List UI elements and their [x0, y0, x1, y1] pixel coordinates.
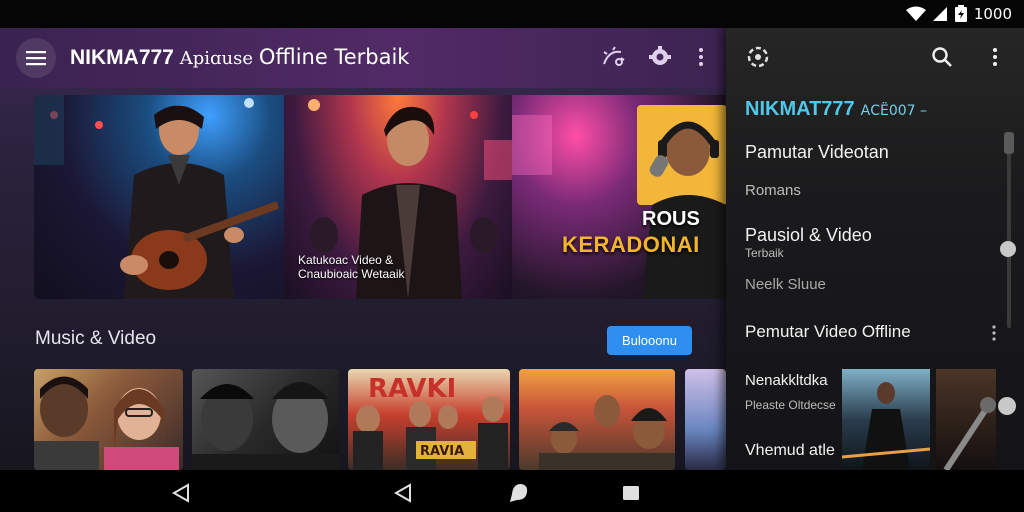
guitarist-illustration — [34, 95, 279, 299]
hamburger-menu-icon — [26, 51, 46, 66]
app-title-end: Offline Terbaik — [258, 45, 410, 69]
scrollbar-thumb[interactable] — [1004, 132, 1014, 154]
hero-panel-podcaster — [512, 95, 726, 299]
video-thumbnail[interactable] — [685, 369, 726, 470]
svg-text:RAVIA: RAVIA — [420, 444, 464, 459]
section-title: Music & Video — [35, 328, 157, 349]
drawer-item[interactable]: Pausiol & Video — [745, 225, 872, 246]
sparkle-cast-icon — [603, 46, 625, 66]
home-blob-icon — [510, 484, 528, 502]
recents-button[interactable] — [620, 482, 642, 504]
scrollbar-track[interactable] — [1007, 132, 1011, 328]
thumbnail-image — [943, 397, 996, 470]
search-button[interactable] — [929, 44, 955, 70]
back-button[interactable] — [170, 482, 192, 504]
navigation-drawer: NIKMAT777 AⅭЁ007 – Pamutar Videotan Roman… — [726, 28, 1024, 470]
hero-caption: Katukoac Video & Cnaubioaic Wetaaik — [298, 253, 405, 281]
drawer-item[interactable]: Romans — [745, 182, 801, 199]
hero-text-rous: ROUS — [642, 208, 700, 230]
app-title-mid: Apiɑuse — [179, 48, 254, 69]
app-title: NIKMA777 Apiɑuse Offline Terbaik — [70, 45, 409, 70]
drawer-item[interactable]: Nenakkltdka — [745, 372, 828, 389]
drawer-thumbnail[interactable] — [936, 369, 996, 470]
gear-icon — [649, 46, 671, 65]
video-thumbnail[interactable] — [34, 369, 183, 470]
drawer-brand-name: NIKMAT777 — [745, 98, 855, 120]
drawer-more-button[interactable] — [982, 44, 1008, 70]
home-button[interactable] — [507, 482, 529, 504]
video-thumbnail[interactable]: RAVKI RAVIA — [348, 369, 510, 470]
drawer-thumbnail[interactable] — [841, 369, 931, 470]
cast-button[interactable] — [600, 44, 626, 70]
hero-panel-guitarist — [34, 95, 284, 299]
drawer-item-subtitle: Terbaik — [745, 246, 784, 260]
svg-text:RAVKI: RAVKI — [368, 374, 456, 404]
settings-button[interactable] — [647, 44, 673, 70]
more-options-button[interactable] — [688, 44, 714, 70]
hero-caption-line1: Katukoac Video & — [298, 253, 394, 267]
slider-knob[interactable] — [998, 397, 1016, 415]
thumbnail-image — [192, 382, 339, 470]
more-vertical-icon — [699, 48, 703, 66]
video-thumbnail[interactable] — [519, 369, 675, 470]
thumbnail-image — [34, 376, 179, 470]
more-vertical-icon — [992, 325, 996, 341]
more-vertical-icon — [993, 48, 997, 66]
back-button-secondary[interactable] — [392, 482, 414, 504]
back-triangle-icon — [393, 483, 411, 503]
drawer-item[interactable]: Vhemud atle — [745, 442, 835, 460]
drawer-brand: NIKMAT777 AⅭЁ007 – — [745, 98, 927, 121]
podcaster-illustration — [512, 105, 726, 299]
system-nav-bar — [0, 470, 1024, 512]
video-thumbnail[interactable] — [192, 369, 339, 470]
back-triangle-icon — [171, 483, 189, 503]
hero-text-kerad: KERADONAI — [562, 232, 700, 257]
search-icon — [932, 47, 952, 67]
section-action-button[interactable]: Bulooonu — [607, 326, 692, 355]
hero-banner[interactable]: Katukoac Video & Cnaubioaic Wetaaik — [34, 95, 726, 299]
drawer-item[interactable]: Pamutar Videotan — [745, 142, 889, 163]
signal-icon — [932, 7, 947, 21]
drawer-brand-sub: AⅭЁ007 – — [860, 103, 928, 119]
app-title-brand: NIKMA777 — [70, 46, 174, 69]
menu-button[interactable] — [16, 38, 56, 78]
thumbnail-image — [841, 382, 931, 470]
drawer-item-more-button[interactable] — [984, 320, 1004, 346]
app-bar: NIKMA777 Apiɑuse Offline Terbaik — [0, 28, 726, 88]
thumbnail-image — [539, 395, 675, 470]
drawer-loading-button[interactable] — [745, 44, 771, 70]
slider-knob[interactable] — [1000, 241, 1016, 257]
status-bar: 1000 — [0, 0, 1024, 28]
drawer-item[interactable]: Neelk Sluue — [745, 276, 826, 293]
thumbnail-image: RAVKI RAVIA — [353, 374, 508, 470]
drawer-item[interactable]: Pemutar Video Offline — [745, 322, 911, 342]
hero-caption-line2: Cnaubioaic Wetaaik — [298, 267, 405, 281]
wifi-icon — [905, 6, 926, 21]
status-time: 1000 — [973, 5, 1012, 23]
spinner-icon — [747, 46, 769, 68]
status-icons: 1000 — [905, 4, 1012, 24]
square-icon — [623, 486, 639, 500]
battery-icon — [954, 5, 967, 22]
drawer-item-subtitle: Pleaste Oltdecse — [745, 398, 836, 412]
app-window: NIKMA777 Apiɑuse Offline Terbaik Katukoa… — [0, 28, 1024, 470]
